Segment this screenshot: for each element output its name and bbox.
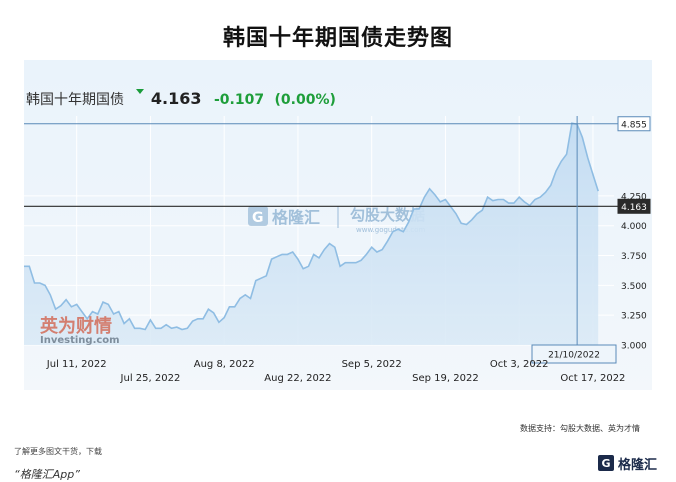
- x-tick-label-7: Oct 17, 2022: [560, 373, 625, 384]
- x-tick-label-6: Oct 3, 2022: [490, 359, 549, 370]
- brand-logo-icon: G: [598, 455, 614, 471]
- x-tick-label-1: Jul 25, 2022: [120, 373, 181, 384]
- brand-logo-text: 格隆汇: [618, 457, 658, 473]
- y-tick-label-0: 3.000: [621, 342, 647, 352]
- series-area: [24, 123, 599, 345]
- data-source: 数据支持：勾股大数据、英为才情: [520, 424, 640, 433]
- down-arrow-icon: [136, 89, 145, 94]
- watermark-gelonghui: 格隆汇: [272, 208, 320, 227]
- last-price: 4.163: [150, 89, 202, 108]
- y-axis: 3.000 3.250 3.500 3.750 4.000 4.250: [621, 192, 647, 351]
- crosshair-date-label: 21/10/2022: [548, 351, 600, 361]
- watermark-investing-text: Investing.com: [40, 335, 120, 346]
- x-tick-label-5: Sep 19, 2022: [412, 373, 479, 384]
- x-tick-label-3: Aug 22, 2022: [264, 373, 331, 384]
- x-axis: Jul 11, 2022 Jul 25, 2022 Aug 8, 2022 Aug 2…: [46, 359, 626, 384]
- price-change: -0.107: [213, 92, 265, 108]
- watermark-yingwei: 英为财情 Investing.com: [39, 315, 120, 346]
- footer-note: 了解更多图文干货，下载: [14, 447, 102, 456]
- reference-label-0: 4.855: [621, 120, 647, 130]
- y-tick-label-4: 4.000: [621, 222, 647, 232]
- x-tick-label-2: Aug 8, 2022: [194, 359, 255, 370]
- price-change-percent: (0.00%): [274, 92, 336, 108]
- watermark-yingwei-text: 英为财情: [39, 315, 112, 337]
- chart-svg: G 格隆汇 勾股大数据 www.gogudata.com 英为财情 Invest…: [24, 116, 651, 384]
- gelonghui-logo-letter: G: [252, 210, 264, 226]
- y-tick-label-3: 3.750: [621, 252, 647, 262]
- y-tick-label-2: 3.500: [621, 282, 647, 292]
- x-tick-label-4: Sep 5, 2022: [342, 359, 402, 370]
- instrument-name: 韩国十年期国债: [26, 92, 124, 108]
- reference-label-1: 4.163: [621, 203, 647, 213]
- y-tick-label-5: 4.250: [621, 192, 647, 202]
- y-tick-label-1: 3.250: [621, 312, 647, 322]
- brand-logo: G 格隆汇: [598, 452, 668, 474]
- x-tick-label-0: Jul 11, 2022: [46, 359, 107, 370]
- quote-bar: 韩国十年期国债 4.163 -0.107 (0.00%): [26, 89, 336, 111]
